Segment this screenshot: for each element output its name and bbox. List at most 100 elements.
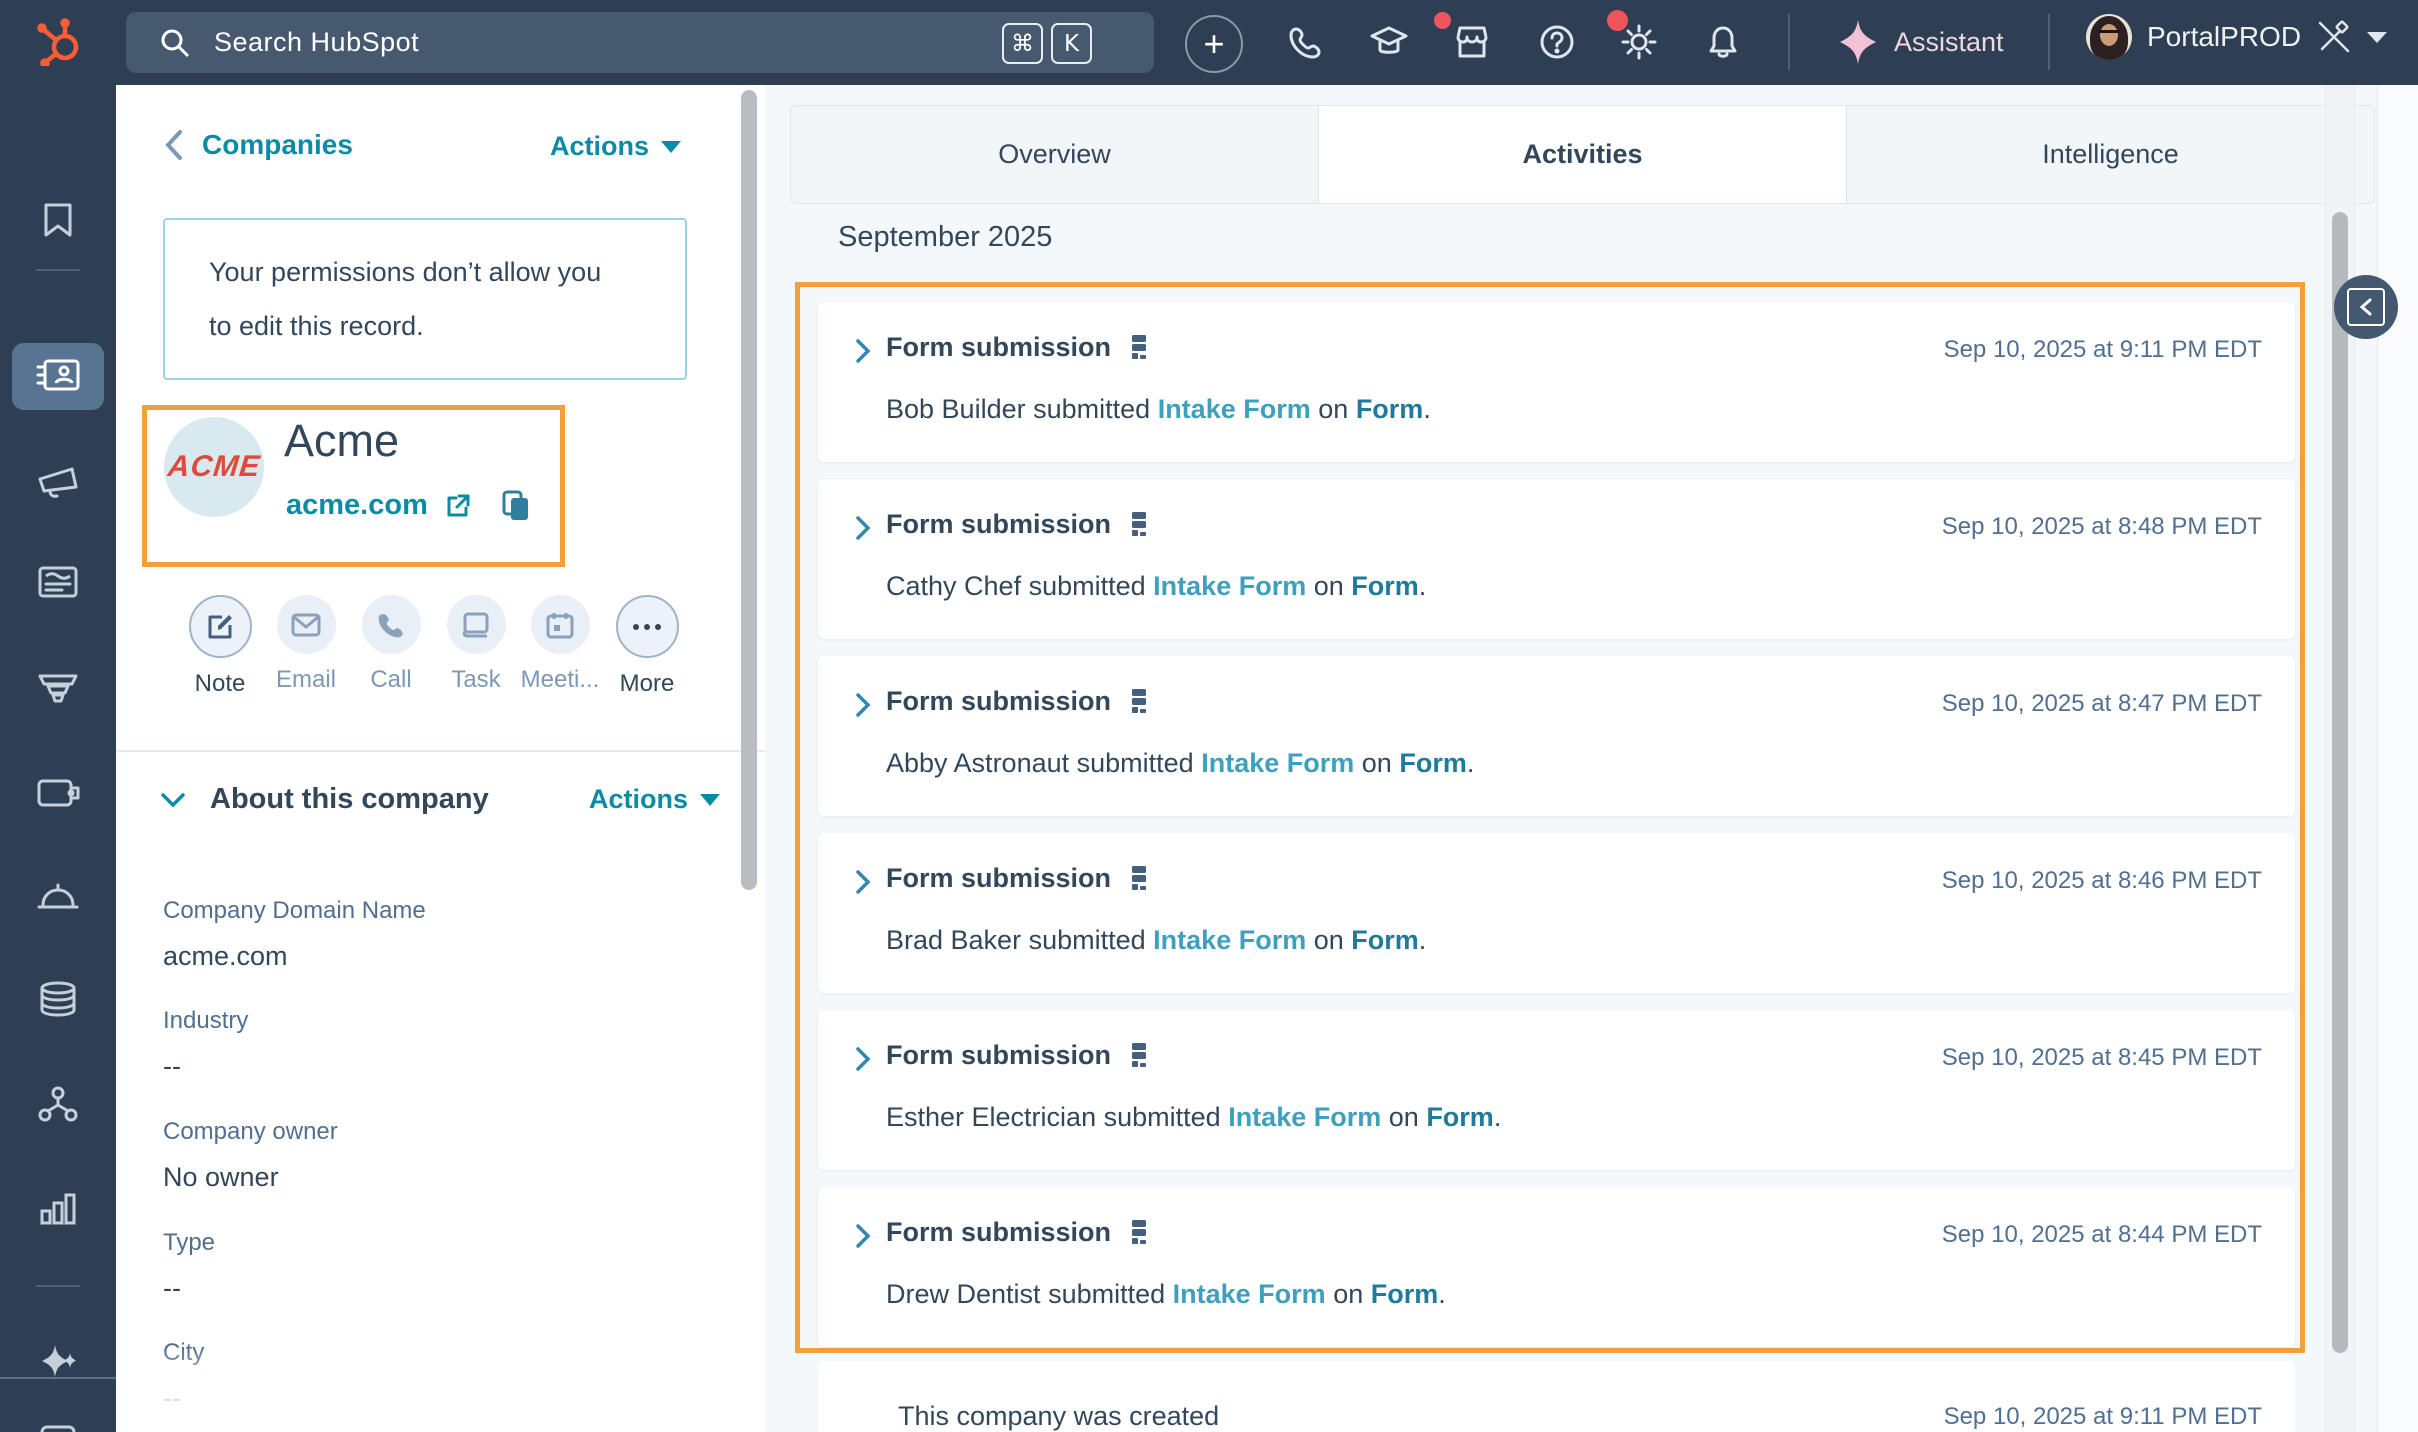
caret-down-icon [2367,30,2387,44]
assistant-button[interactable]: Assistant [1838,20,2004,64]
form-target-link[interactable]: Form [1351,571,1419,601]
global-search-input[interactable]: Search HubSpot ⌘ K [126,12,1154,73]
activity-card[interactable]: Form submission Sep 10, 2025 at 8:45 PM … [818,1010,2295,1170]
field-value[interactable]: No owner [163,1162,338,1193]
user-avatar [2086,14,2132,60]
sidebar-item-service-bell-icon[interactable] [0,877,116,913]
sidebar-item-marketing-megaphone-icon[interactable] [0,461,116,499]
bookmark-icon[interactable] [0,201,116,239]
help-question-icon[interactable] [1535,20,1579,64]
call-label: Call [370,666,411,694]
activity-card[interactable]: Form submission Sep 10, 2025 at 9:11 PM … [818,302,2295,462]
form-target-link[interactable]: Form [1399,748,1467,778]
activity-card[interactable]: Form submission Sep 10, 2025 at 8:44 PM … [818,1187,2295,1347]
section-collapse-chevron-icon[interactable] [160,791,186,809]
sidebar-item-sales-funnel-icon[interactable] [0,670,116,706]
sidebar-item-crm-contacts-icon[interactable] [0,355,116,395]
actions-label: Actions [550,131,649,162]
create-plus-button[interactable]: + [1185,15,1243,73]
permissions-text-line2: to edit this record. [209,299,685,353]
form-icon [1127,511,1151,539]
form-name-link[interactable]: Intake Form [1153,925,1306,955]
field-company-domain: Company Domain Name acme.com [163,897,426,972]
sidebar-item-automation-workflow-icon[interactable] [0,1084,116,1124]
company-domain-link[interactable]: acme.com [286,489,428,522]
field-value[interactable]: acme.com [163,941,426,972]
academy-graduation-cap-icon[interactable] [1367,20,1411,64]
main-scrollbar[interactable] [2332,212,2348,1353]
sidebar-item-content-icon[interactable] [0,563,116,601]
about-actions-dropdown[interactable]: Actions [589,784,720,815]
activity-verb: submitted [1029,571,1146,601]
back-to-companies[interactable]: Companies [164,129,353,161]
period: . [1423,394,1431,424]
activity-person: Drew Dentist [886,1279,1041,1309]
record-main-area: Overview Activities Intelligence Septemb… [765,85,2418,1432]
cmd-key-badge: ⌘ [1002,23,1043,64]
academy-notification-dot [1434,12,1451,29]
expand-chevron-icon[interactable] [854,338,872,364]
sidebar-item-data-database-icon[interactable] [0,979,116,1019]
expand-chevron-icon[interactable] [854,1046,872,1072]
activity-card[interactable]: Form submission Sep 10, 2025 at 8:47 PM … [818,656,2295,816]
form-name-link[interactable]: Intake Form [1173,1279,1326,1309]
app-sidebar-rail [0,85,116,1432]
assistant-label: Assistant [1894,27,2004,58]
form-target-link[interactable]: Form [1426,1102,1494,1132]
expand-chevron-icon[interactable] [854,515,872,541]
copy-icon[interactable] [502,490,530,522]
field-value[interactable]: -- [163,1273,215,1304]
sidebar-item-commerce-wallet-icon[interactable] [0,773,116,811]
form-name-link[interactable]: Intake Form [1158,394,1311,424]
account-menu[interactable]: PortalPROD [2086,14,2387,60]
activity-card[interactable]: Form submission Sep 10, 2025 at 8:46 PM … [818,833,2295,993]
event-timestamp: Sep 10, 2025 at 9:11 PM EDT [1944,1403,2262,1431]
activity-type: Form submission [886,509,1111,540]
call-phone-icon[interactable] [1284,20,1328,64]
expand-right-panel-button[interactable] [2334,275,2398,339]
ai-sparkle-icon[interactable] [0,1343,116,1381]
rail-divider [36,1285,80,1287]
tab-overview[interactable]: Overview [791,106,1319,203]
left-panel-scrollbar[interactable] [741,90,757,890]
activity-type: Form submission [886,863,1111,894]
activity-connector: on [1318,394,1348,424]
about-section-title: About this company [210,783,589,816]
company-created-event-row[interactable]: This company was created Sep 10, 2025 at… [818,1361,2295,1432]
expand-chevron-icon[interactable] [854,869,872,895]
form-name-link[interactable]: Intake Form [1153,571,1306,601]
activity-type: Form submission [886,1040,1111,1071]
sidebar-item-reporting-barchart-icon[interactable] [0,1189,116,1227]
expand-chevron-icon[interactable] [854,1223,872,1249]
caret-down-icon [700,794,720,806]
field-label: Type [163,1229,215,1257]
permissions-text-line1: Your permissions don’t allow you [209,245,685,299]
marketplace-store-icon[interactable] [1450,20,1494,64]
form-target-link[interactable]: Form [1351,925,1419,955]
permissions-notice: Your permissions don’t allow you to edit… [163,218,687,380]
notifications-bell-icon[interactable] [1701,20,1745,64]
search-placeholder: Search HubSpot [214,27,419,58]
task-icon [447,595,506,654]
more-button[interactable]: More [587,595,707,698]
form-name-link[interactable]: Intake Form [1201,748,1354,778]
field-value[interactable]: -- [163,1051,248,1082]
form-icon [1127,865,1151,893]
record-actions-dropdown[interactable]: Actions [550,131,681,162]
tab-activities[interactable]: Activities [1319,106,1847,203]
settings-gear-icon[interactable] [1617,20,1661,64]
tab-intelligence[interactable]: Intelligence [1847,106,2374,203]
expand-chevron-icon[interactable] [854,692,872,718]
form-name-link[interactable]: Intake Form [1228,1102,1381,1132]
external-link-icon[interactable] [444,492,472,520]
field-label: Company Domain Name [163,897,426,925]
hidden-partial-icon[interactable] [0,1421,116,1432]
activity-card[interactable]: Form submission Sep 10, 2025 at 8:48 PM … [818,479,2295,639]
form-target-link[interactable]: Form [1371,1279,1439,1309]
activity-person: Esther Electrician [886,1102,1096,1132]
period: . [1467,748,1475,778]
hubspot-logo-icon[interactable] [36,18,84,66]
activity-timestamp: Sep 10, 2025 at 9:11 PM EDT [1944,336,2262,364]
form-target-link[interactable]: Form [1356,394,1424,424]
assistant-sparkle-icon [1838,20,1878,64]
